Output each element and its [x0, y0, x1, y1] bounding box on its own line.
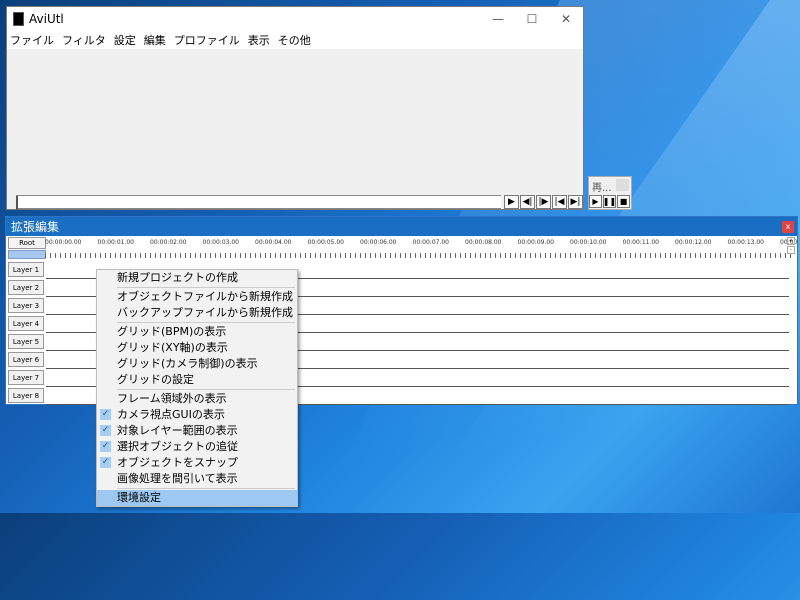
context-menu-item-label: 新規プロジェクトの作成 [117, 271, 238, 284]
layer-button[interactable]: Layer 2 [8, 280, 44, 295]
seek-thumb[interactable] [16, 196, 18, 210]
stop-button[interactable]: ■ [617, 195, 630, 208]
ruler-tick-label: 00:00:03.00 [202, 239, 240, 246]
context-menu-item[interactable]: グリッド(BPM)の表示 [97, 324, 297, 340]
context-menu-item[interactable]: 新規プロジェクトの作成 [97, 270, 297, 286]
playback-window-titlebar-box [616, 179, 629, 191]
context-menu-item[interactable]: ✓ オブジェクトをスナップ [97, 455, 297, 471]
menu-separator [117, 322, 295, 323]
context-menu-item[interactable]: ✓ 対象レイヤー範囲の表示 [97, 423, 297, 439]
menu-item[interactable]: 表示 [248, 32, 270, 48]
context-menu-item[interactable]: 画像処理を間引いて表示 [97, 471, 297, 487]
zoom-slider[interactable] [8, 250, 46, 259]
scroll-up-button[interactable]: + [787, 237, 795, 245]
window-title: AviUtl [29, 12, 64, 26]
layer-button[interactable]: Layer 5 [8, 334, 44, 349]
context-menu-item[interactable]: ✓ 選択オブジェクトの追従 [97, 439, 297, 455]
ruler-tick-label: 00:00:00.00 [45, 239, 82, 246]
ruler-ticks [45, 253, 793, 258]
aviutl-main-window: AviUtl — ☐ ✕ ファイル フィルタ 設定 編集 プロファイル 表示 その他 ▶ ◀|… [6, 6, 584, 210]
context-menu-item-label: オブジェクトをスナップ [117, 456, 238, 469]
menu-item[interactable]: その他 [278, 32, 311, 48]
pause-button[interactable]: ❚❚ [603, 195, 616, 208]
play-button[interactable]: ▶ [589, 195, 602, 208]
ruler-tick-label: 00:00:09.00 [517, 239, 555, 246]
close-button[interactable]: ✕ [549, 12, 583, 26]
menu-separator [117, 287, 295, 288]
menu-bar: ファイル フィルタ 設定 編集 プロファイル 表示 その他 [7, 31, 583, 49]
context-menu-item-label: グリッド(BPM)の表示 [117, 325, 227, 338]
context-menu-item-label: 選択オブジェクトの追従 [117, 440, 238, 453]
preview-area: ▶ ◀| |▶ |◀ ▶| [7, 49, 584, 210]
checkmark-icon: ✓ [100, 441, 111, 452]
title-bar[interactable]: AviUtl — ☐ ✕ [7, 7, 583, 31]
menu-item[interactable]: フィルタ [62, 32, 106, 48]
ruler-tick-label: 00:00:06.00 [360, 239, 397, 246]
go-end-button[interactable]: ▶| [568, 195, 583, 209]
context-menu-item-label: グリッド(カメラ制御)の表示 [117, 357, 258, 370]
scroll-down-button[interactable]: - [787, 246, 795, 254]
layer-button[interactable]: Layer 8 [8, 388, 44, 403]
app-icon [13, 12, 24, 26]
playback-controls: ▶ ❚❚ ■ [589, 195, 631, 208]
layer-button[interactable]: Layer 3 [8, 298, 44, 313]
checkmark-icon: ✓ [100, 457, 111, 468]
menu-item[interactable]: プロファイル [174, 32, 240, 48]
ruler-tick-label: 00:00:02.00 [150, 239, 187, 246]
context-menu-item-label: 環境設定 [117, 491, 161, 504]
layer-button[interactable]: Layer 6 [8, 352, 44, 367]
checkmark-icon: ✓ [100, 425, 111, 436]
context-menu-item[interactable]: ✓ カメラ視点GUIの表示 [97, 407, 297, 423]
menu-item[interactable]: 設定 [114, 32, 136, 48]
context-menu-item[interactable]: グリッドの設定 [97, 372, 297, 388]
context-menu-item-label: バックアップファイルから新規作成 [117, 306, 293, 319]
play-button[interactable]: ▶ [504, 195, 519, 209]
timeline-title: 拡張編集 [11, 220, 60, 234]
context-menu-item-label: オブジェクトファイルから新規作成 [117, 290, 293, 303]
context-menu-item-label: カメラ視点GUIの表示 [117, 408, 225, 421]
context-menu-item[interactable]: フレーム領域外の表示 [97, 391, 297, 407]
context-menu-item[interactable]: バックアップファイルから新規作成 [97, 305, 297, 321]
ruler-tick-label: 00:00:04.00 [255, 239, 292, 246]
context-menu-item-label: グリッドの設定 [117, 373, 194, 386]
ruler-tick-label: 00:00:10.00 [570, 239, 607, 246]
layer-button[interactable]: Layer 1 [8, 262, 44, 277]
ruler-tick-label: 00:00:12.00 [675, 239, 712, 246]
next-frame-button[interactable]: |▶ [536, 195, 551, 209]
go-start-button[interactable]: |◀ [552, 195, 567, 209]
context-menu-item[interactable]: グリッド(カメラ制御)の表示 [97, 356, 297, 372]
ruler-tick-label: 00:00:07.00 [412, 239, 450, 246]
seek-bar[interactable] [16, 195, 501, 210]
context-menu-item-label: 対象レイヤー範囲の表示 [117, 424, 238, 437]
ruler-tick-label: 00:00:01.00 [97, 239, 135, 246]
menu-item[interactable]: 編集 [144, 32, 166, 48]
context-menu-item[interactable]: 環境設定 [97, 490, 297, 506]
ruler-tick-label: 00:00:13.00 [727, 239, 765, 246]
checkmark-icon: ✓ [100, 409, 111, 420]
root-button[interactable]: Root [8, 237, 46, 249]
context-menu: 新規プロジェクトの作成オブジェクトファイルから新規作成 バックアップファイルから新… [96, 269, 298, 507]
playback-window: 再... ▶ ❚❚ ■ [588, 176, 632, 210]
menu-separator [117, 488, 295, 489]
ruler-tick-label: 00:00:08.00 [465, 239, 502, 246]
timeline-title-bar[interactable]: 拡張編集 x [6, 217, 797, 236]
time-ruler[interactable]: 00:00:00.00 00:00:01.00 00:00:02.00 00:00:0… [45, 237, 797, 259]
menu-item[interactable]: ファイル [10, 32, 54, 48]
context-menu-item-label: フレーム領域外の表示 [117, 392, 227, 405]
close-button[interactable]: x [782, 220, 794, 233]
prev-frame-button[interactable]: ◀| [520, 195, 535, 209]
ruler-tick-label: 00:00:11.00 [622, 239, 660, 246]
context-menu-item[interactable]: グリッド(XY軸)の表示 [97, 340, 297, 356]
context-menu-item[interactable]: オブジェクトファイルから新規作成 [97, 289, 297, 305]
context-menu-item-label: グリッド(XY軸)の表示 [117, 341, 228, 354]
transport-controls: ▶ ◀| |▶ |◀ ▶| [504, 195, 584, 209]
minimize-button[interactable]: — [481, 12, 515, 26]
layer-button[interactable]: Layer 4 [8, 316, 44, 331]
context-menu-item-label: 画像処理を間引いて表示 [117, 472, 238, 485]
ruler-tick-label: 00:00:05.00 [307, 239, 345, 246]
menu-separator [117, 389, 295, 390]
maximize-button[interactable]: ☐ [515, 12, 549, 26]
layer-button[interactable]: Layer 7 [8, 370, 44, 385]
